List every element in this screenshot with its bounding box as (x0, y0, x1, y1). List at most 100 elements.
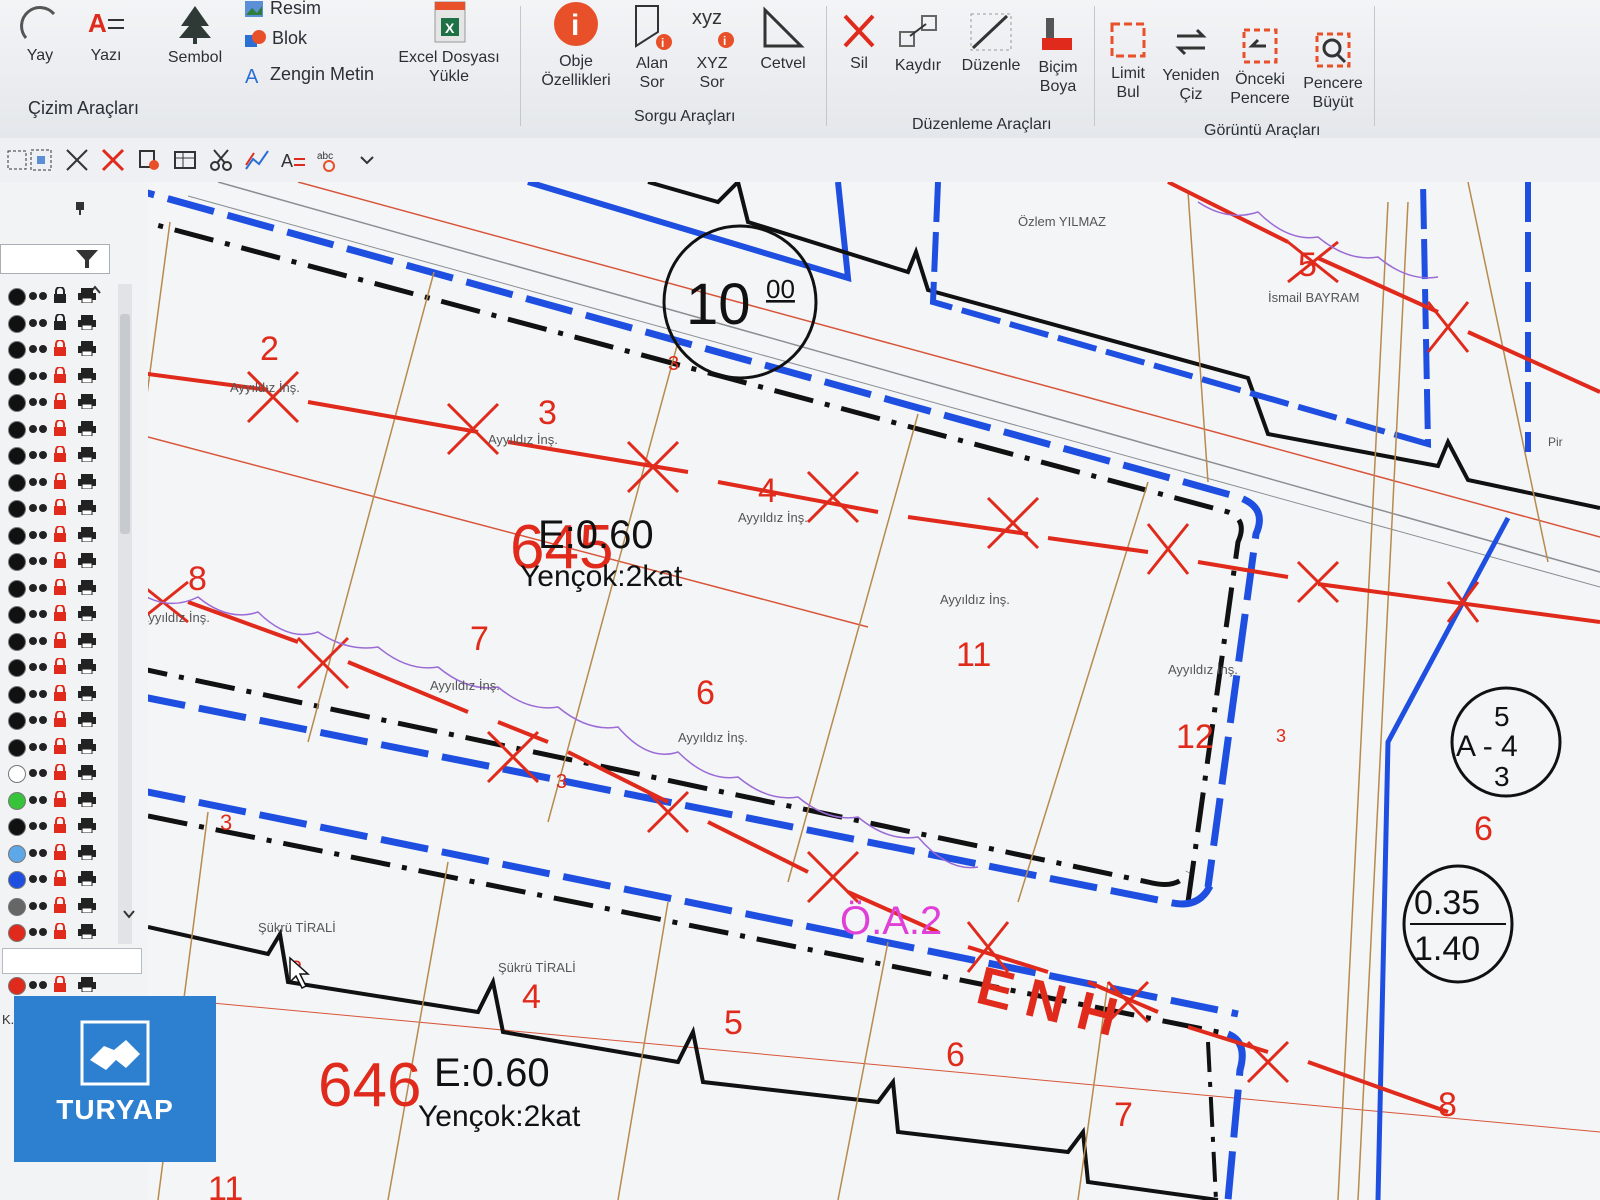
visibility-icon[interactable] (28, 370, 50, 382)
lock-icon[interactable] (54, 976, 66, 992)
layer-color-swatch[interactable] (8, 526, 26, 545)
lock-icon[interactable] (54, 499, 66, 515)
table-icon[interactable] (172, 147, 198, 173)
layer-color-swatch[interactable] (8, 288, 26, 306)
blok-button[interactable]: Blok (244, 28, 307, 49)
layer-combo[interactable] (2, 948, 142, 974)
printer-icon[interactable] (78, 473, 96, 489)
layer-row[interactable] (0, 788, 118, 812)
layer-color-swatch[interactable] (8, 314, 26, 333)
visibility-icon[interactable] (28, 794, 50, 806)
layer-row[interactable] (0, 390, 118, 414)
lock-icon[interactable] (54, 790, 66, 807)
onceki-pencere-button[interactable]: Önceki Pencere (1226, 26, 1294, 108)
layer-color-swatch[interactable] (8, 473, 26, 492)
yazi-button[interactable]: A Yazı (80, 6, 132, 65)
visibility-icon[interactable] (28, 714, 50, 726)
lock-icon[interactable] (54, 870, 66, 886)
visibility-icon[interactable] (28, 820, 50, 832)
yay-button[interactable]: Yay (14, 6, 66, 65)
lock-icon[interactable] (54, 340, 66, 356)
layer-color-swatch[interactable] (8, 791, 26, 810)
lock-icon[interactable] (54, 366, 66, 383)
layer-color-swatch[interactable] (8, 738, 26, 757)
layer-row[interactable] (0, 417, 118, 441)
lock-icon[interactable] (54, 711, 66, 727)
visibility-icon[interactable] (28, 423, 50, 435)
visibility-icon[interactable] (28, 502, 50, 514)
printer-icon[interactable] (78, 632, 96, 648)
layer-color-swatch[interactable] (8, 447, 26, 465)
layer-row[interactable] (0, 523, 118, 547)
lock-icon[interactable] (54, 896, 66, 913)
lock-icon[interactable] (54, 737, 66, 754)
layer-color-swatch[interactable] (8, 897, 26, 916)
layer-row[interactable] (0, 814, 118, 838)
visibility-icon[interactable] (28, 529, 50, 541)
printer-icon[interactable] (78, 738, 96, 754)
printer-icon[interactable] (78, 897, 96, 913)
obje-ozellikleri-button[interactable]: i Obje Özellikleri (534, 0, 618, 90)
layer-row[interactable] (0, 682, 118, 706)
layer-color-swatch[interactable] (8, 553, 26, 571)
layer-row[interactable] (0, 496, 118, 520)
visibility-icon[interactable] (28, 688, 50, 700)
lock-icon[interactable] (54, 923, 66, 939)
layer-row[interactable] (0, 629, 118, 653)
lock-icon[interactable] (54, 684, 66, 701)
printer-icon[interactable] (78, 553, 96, 568)
layer-color-swatch[interactable] (8, 712, 26, 730)
layer-color-swatch[interactable] (8, 844, 26, 863)
trim-icon[interactable] (64, 147, 90, 173)
layer-color-swatch[interactable] (8, 606, 26, 624)
text-style-icon[interactable]: A (280, 147, 306, 173)
pencere-buyut-button[interactable]: Pencere Büyüt (1298, 30, 1368, 112)
printer-icon[interactable] (78, 977, 96, 992)
visibility-icon[interactable] (28, 582, 50, 594)
lock-icon[interactable] (54, 552, 66, 568)
printer-icon[interactable] (78, 871, 96, 886)
lock-icon[interactable] (54, 472, 66, 489)
alan-sor-button[interactable]: i Alan Sor (624, 2, 680, 92)
printer-icon[interactable] (78, 924, 96, 939)
excel-button[interactable]: X Excel Dosyası Yükle (396, 0, 502, 86)
layer-color-swatch[interactable] (8, 394, 26, 412)
duzenle-button[interactable]: Düzenle (956, 12, 1026, 75)
printer-icon[interactable] (78, 606, 96, 621)
printer-icon[interactable] (78, 394, 96, 409)
layer-color-swatch[interactable] (8, 659, 26, 677)
printer-icon[interactable] (78, 579, 96, 595)
visibility-icon[interactable] (28, 555, 50, 567)
printer-icon[interactable] (78, 791, 96, 807)
select-icon[interactable] (4, 147, 30, 173)
visibility-icon[interactable] (28, 661, 50, 673)
bicim-boya-button[interactable]: Biçim Boya (1030, 14, 1086, 96)
printer-icon[interactable] (78, 341, 96, 356)
layer-row[interactable] (0, 337, 118, 361)
visibility-icon[interactable] (28, 926, 50, 938)
cut-icon[interactable] (208, 147, 234, 173)
visibility-icon[interactable] (28, 767, 50, 779)
printer-icon[interactable] (78, 288, 96, 303)
filter-icon[interactable] (72, 246, 102, 270)
printer-icon[interactable] (78, 314, 96, 330)
visibility-icon[interactable] (28, 396, 50, 408)
layer-row[interactable] (0, 576, 118, 600)
lock-icon[interactable] (54, 313, 66, 330)
lock-icon[interactable] (54, 764, 66, 780)
visibility-icon[interactable] (28, 290, 50, 302)
layer-row[interactable] (0, 443, 118, 467)
visibility-icon[interactable] (28, 741, 50, 753)
layer-scrollbar[interactable] (118, 284, 132, 944)
layer-row[interactable] (0, 655, 118, 679)
zengin-metin-button[interactable]: A Zengin Metin (244, 64, 374, 85)
delete-icon[interactable] (100, 147, 126, 173)
lock-icon[interactable] (54, 658, 66, 674)
layer-color-swatch[interactable] (8, 685, 26, 704)
printer-icon[interactable] (78, 685, 96, 701)
layer-row[interactable] (0, 867, 118, 891)
lock-icon[interactable] (54, 631, 66, 648)
spell-icon[interactable]: abc (316, 147, 342, 173)
sil-button[interactable]: Sil (838, 12, 880, 73)
layer-color-swatch[interactable] (8, 818, 26, 836)
